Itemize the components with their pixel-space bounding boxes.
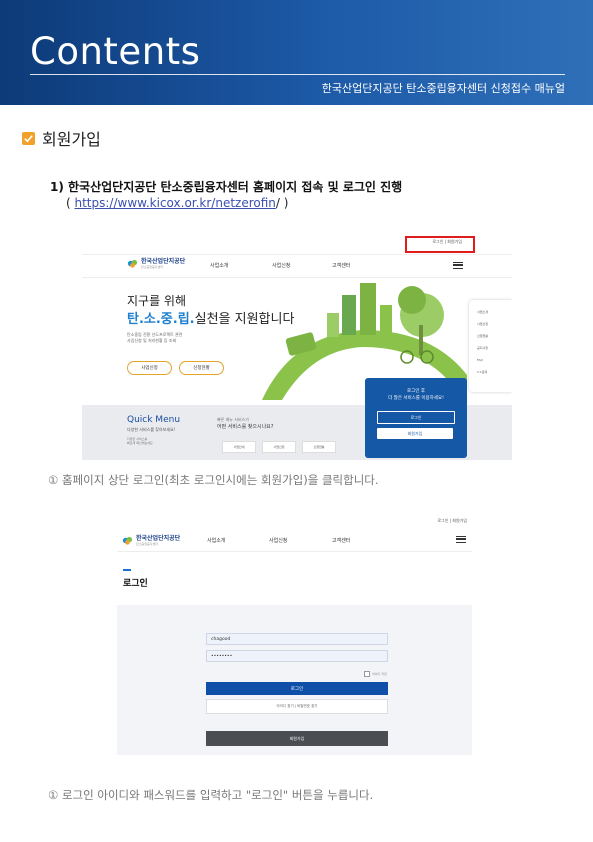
user-id-input[interactable]: chagood xyxy=(206,633,388,645)
quick-question: 어떤 서비스를 찾으시나요? xyxy=(217,424,274,430)
nav-item-about[interactable]: 사업소개 xyxy=(210,262,228,269)
quick-menu-subtitle: 다양한 서비스를 찾아보세요! xyxy=(127,427,176,432)
homepage-screenshot: 로그인 | 회원가입 한국산업단지공단 탄소중립융자센터 사업소개 사업신청 고… xyxy=(82,230,512,460)
url-prefix: ( xyxy=(66,196,75,210)
highlight-box xyxy=(405,236,475,253)
site-logo[interactable]: 한국산업단지공단 탄소중립융자센터 xyxy=(127,258,185,269)
side-quick-panel: 사업소개 사업신청 신청현황 공지사항 FAQ 1:1문의 xyxy=(469,300,512,392)
document-subtitle: 한국산업단지공단 탄소중립융자센터 신청접수 매뉴얼 xyxy=(321,82,565,95)
join-button[interactable]: 회원가입 xyxy=(206,731,388,746)
nav-item-apply[interactable]: 사업신청 xyxy=(272,262,290,269)
logo-icon xyxy=(127,259,138,268)
login-page-screenshot: 로그인 | 회원가입 한국산업단지공단 탄소중립융자센터 사업소개 사업신청 고… xyxy=(117,515,472,755)
login-popup: 로그인 후 더 많은 서비스를 이용하세요! 로그인 회원가입 xyxy=(365,378,467,458)
save-id-checkbox[interactable]: 아이디 저장 xyxy=(364,671,387,677)
hero-heading-line2: 탄.소.중.립.실천을 지원합니다 xyxy=(127,308,294,327)
quick-menu-description: 다양한 서비스를 빠르게 확인해보세요 xyxy=(127,437,153,445)
logo-title: 한국산업단지공단 xyxy=(136,534,181,542)
page-title: Contents xyxy=(30,30,201,73)
popup-text-line1: 로그인 후 xyxy=(407,389,425,394)
login-button[interactable]: 로그인 xyxy=(206,682,388,695)
logo-subtitle: 탄소중립융자센터 xyxy=(141,264,164,269)
side-item[interactable]: 신청현황 xyxy=(477,334,488,338)
popup-text-line2: 더 많은 서비스를 이용하세요! xyxy=(388,395,444,401)
side-item[interactable]: 공지사항 xyxy=(477,346,488,350)
side-item[interactable]: FAQ xyxy=(477,358,483,362)
title-divider xyxy=(30,74,565,75)
login-popup-text: 로그인 후 더 많은 서비스를 이용하세요! xyxy=(365,389,467,403)
menu-icon[interactable] xyxy=(456,536,466,543)
quick-desc-line2: 빠르게 확인해보세요 xyxy=(127,441,153,446)
nav-item-support[interactable]: 고객센터 xyxy=(332,537,350,544)
section-heading: 회원가입 xyxy=(22,126,101,150)
hero-description: 탄소중립 전환 선도프로젝트 관련 사업신청 및 처리현황 등 조회 xyxy=(127,332,182,344)
nav-item-support[interactable]: 고객센터 xyxy=(332,262,350,269)
popup-join-button[interactable]: 회원가입 xyxy=(377,428,453,439)
popup-login-button[interactable]: 로그인 xyxy=(377,411,455,424)
section-title: 회원가입 xyxy=(42,130,101,149)
caption-step2: ① 로그인 아이디와 패스워드를 입력하고 "로그인" 버튼을 누릅니다. xyxy=(48,788,374,802)
checkbox-icon xyxy=(364,671,370,677)
url-suffix: / ) xyxy=(275,196,289,210)
caption-step1: ① 홈페이지 상단 로그인(최초 로그인시에는 회원가입)을 클릭합니다. xyxy=(48,473,379,487)
quick-menu-title: Quick Menu xyxy=(127,415,181,425)
step-title: 1) 한국산업단지공단 탄소중립융자센터 홈페이지 접속 및 로그인 진행 xyxy=(50,180,403,194)
side-item[interactable]: 사업신청 xyxy=(477,322,488,326)
hero-heading-line1: 지구를 위해 xyxy=(127,294,187,308)
save-id-label: 아이디 저장 xyxy=(372,672,387,676)
login-page-title: 로그인 xyxy=(123,579,148,589)
site-logo[interactable]: 한국산업단지공단 탄소중립융자센터 xyxy=(122,535,180,546)
side-item[interactable]: 사업소개 xyxy=(477,310,488,314)
logo-title: 한국산업단지공단 xyxy=(141,257,186,265)
nav-item-about[interactable]: 사업소개 xyxy=(207,537,225,544)
quick-button[interactable]: 사업안내 xyxy=(222,441,256,453)
logo-subtitle: 탄소중립융자센터 xyxy=(136,541,159,546)
apply-button[interactable]: 사업신청 xyxy=(127,361,172,375)
quick-button[interactable]: 사업신청 xyxy=(262,441,296,453)
quick-button[interactable]: 신청현황 xyxy=(302,441,336,453)
header-banner: Contents 한국산업단지공단 탄소중립융자센터 신청접수 매뉴얼 xyxy=(0,0,593,105)
hero-highlight: 탄.소.중.립. xyxy=(127,312,195,327)
step-url-line: ( https://www.kicox.or.kr/netzerofin/ ) xyxy=(66,196,288,210)
hero-desc-line2: 사업신청 및 처리현황 등 조회 xyxy=(127,338,177,343)
nav-item-apply[interactable]: 사업신청 xyxy=(269,537,287,544)
homepage-link[interactable]: https://www.kicox.or.kr/netzerofin xyxy=(75,196,276,210)
logo-icon xyxy=(122,536,133,545)
menu-icon[interactable] xyxy=(453,262,463,269)
status-button[interactable]: 신청현황 xyxy=(179,361,224,375)
top-links[interactable]: 로그인 | 회원가입 xyxy=(437,518,467,524)
password-input[interactable]: •••••••• xyxy=(206,650,388,662)
find-account-links[interactable]: 아이디 찾기 | 비밀번호 찾기 xyxy=(206,699,388,714)
hero-heading-rest: 실천을 지원합니다 xyxy=(194,312,295,327)
checkbox-icon xyxy=(22,131,35,145)
side-item[interactable]: 1:1문의 xyxy=(477,370,487,374)
title-accent xyxy=(123,569,131,571)
